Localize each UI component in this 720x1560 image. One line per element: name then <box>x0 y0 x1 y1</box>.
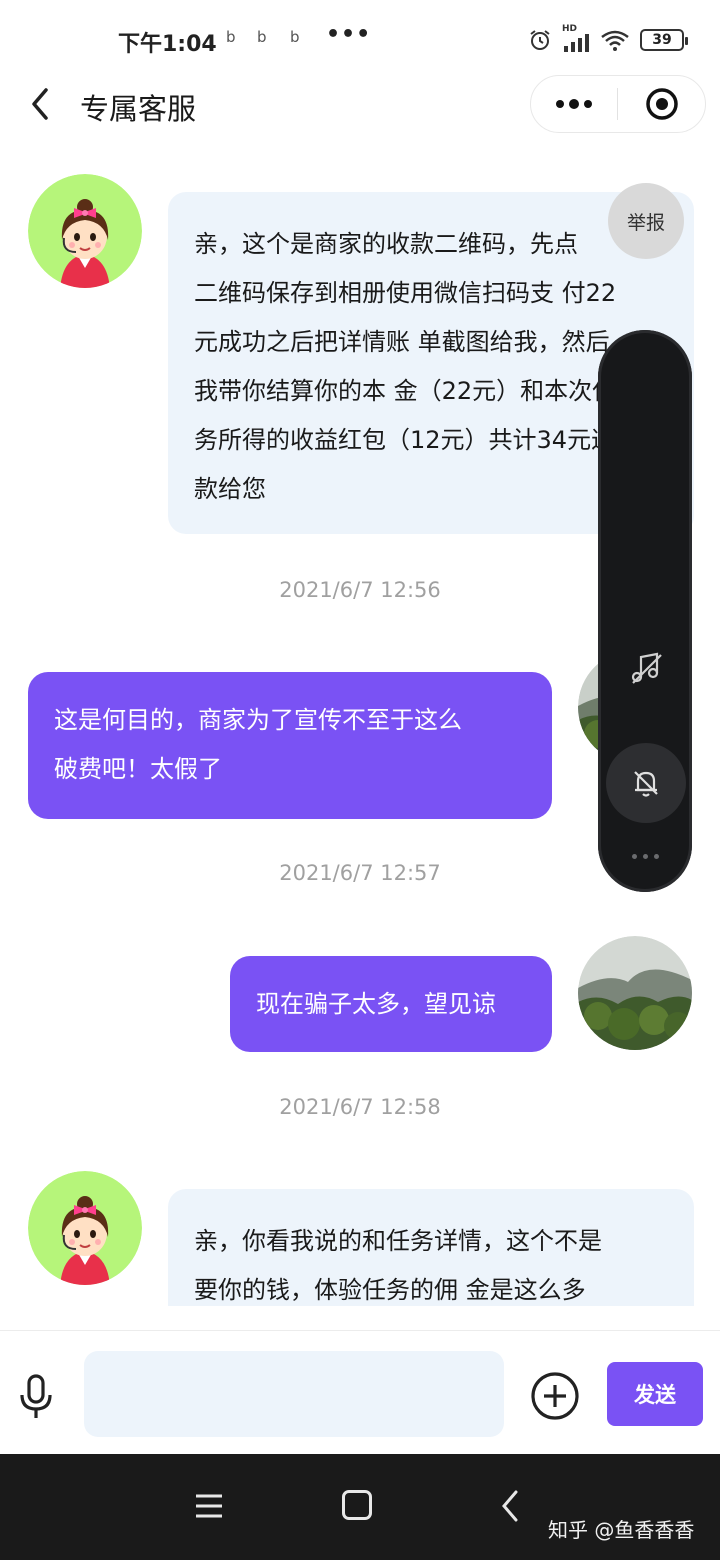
system-nav-bar: 知乎 @鱼香香香 <box>0 1454 720 1560</box>
page-title: 专属客服 <box>80 92 197 126</box>
cartoon-girl-avatar <box>28 1171 142 1285</box>
message-timestamp: 2021/6/7 12:58 <box>279 1095 441 1119</box>
watermark: 知乎 @鱼香香香 <box>548 1518 695 1542</box>
message-line: 款给您 <box>194 475 266 503</box>
mute-button[interactable] <box>606 743 686 823</box>
wifi-icon <box>601 30 629 51</box>
service-avatar[interactable] <box>28 174 142 288</box>
more-button[interactable] <box>531 76 617 132</box>
message-bubble-outgoing[interactable]: 现在骗子太多，望见谅 <box>230 956 552 1052</box>
bell-off-icon <box>634 771 658 797</box>
message-input[interactable] <box>84 1351 504 1437</box>
notification-icon: b <box>257 28 267 46</box>
target-icon <box>645 88 678 120</box>
service-avatar[interactable] <box>28 1171 142 1285</box>
more-dots-icon <box>556 99 592 109</box>
signal-icon: HD <box>562 24 590 52</box>
input-bar: 发送 <box>0 1330 720 1454</box>
message-bubble-outgoing[interactable]: 这是何目的，商家为了宣传不至于这么 破费吧！太假了 <box>28 672 552 819</box>
network-label: HD <box>562 24 578 34</box>
message-line: 元成功之后把详情账 单截图给我，然后 <box>194 328 610 356</box>
close-button[interactable] <box>618 76 705 132</box>
notification-icon: b <box>290 28 300 46</box>
more-dots-icon <box>631 853 637 859</box>
message-line: 要你的钱，体验任务的佣 金是这么多 <box>194 1276 586 1304</box>
message-line: 破费吧！太假了 <box>54 755 222 783</box>
notification-icon: b <box>226 28 236 46</box>
status-bar: 下午1:04 b b b ••• HD 39 <box>0 0 720 80</box>
cartoon-girl-avatar <box>28 174 142 288</box>
menu-icon[interactable] <box>194 1492 224 1520</box>
message-line: 务所得的收益红包（12元）共计34元返 <box>194 426 616 454</box>
landscape-avatar <box>578 936 692 1050</box>
back-chevron-icon[interactable] <box>498 1488 522 1524</box>
send-button[interactable]: 发送 <box>607 1362 703 1426</box>
message-line: 亲，这个是商家的收款二维码，先点 <box>194 230 578 258</box>
battery-level: 39 <box>652 32 672 48</box>
mini-program-capsule <box>530 75 706 133</box>
more-notifications-icon: ••• <box>326 22 372 47</box>
message-line: 我带你结算你的本 金（22元）和本次任 <box>194 377 617 405</box>
plus-circle-icon[interactable] <box>530 1371 580 1421</box>
more-dot <box>642 853 648 859</box>
message-bubble-incoming[interactable]: 亲，你看我说的和任务详情，这个不是 要你的钱，体验任务的佣 金是这么多 <box>168 1189 694 1306</box>
microphone-icon[interactable] <box>16 1373 56 1421</box>
message-line: 现在骗子太多，望见谅 <box>256 990 496 1018</box>
report-label: 举报 <box>626 211 665 234</box>
battery-indicator: 39 <box>640 29 688 51</box>
music-off-icon[interactable] <box>623 645 669 691</box>
status-time: 下午1:04 <box>118 32 217 57</box>
message-line: 二维码保存到相册使用微信扫码支 付22 <box>194 279 617 307</box>
status-right: HD 39 <box>528 24 688 54</box>
chevron-left-icon[interactable] <box>26 84 56 124</box>
message-line: 这是何目的，商家为了宣传不至于这么 <box>54 706 462 734</box>
report-button[interactable]: 举报 <box>608 183 684 259</box>
send-label: 发送 <box>634 1383 676 1407</box>
floating-more-button[interactable] <box>598 838 692 874</box>
message-line: 亲，你看我说的和任务详情，这个不是 <box>194 1227 602 1255</box>
page-header: 专属客服 <box>0 72 720 138</box>
home-square-icon[interactable] <box>342 1490 372 1520</box>
alarm-icon <box>530 30 550 50</box>
user-avatar[interactable] <box>578 936 692 1050</box>
more-dot <box>653 853 659 859</box>
